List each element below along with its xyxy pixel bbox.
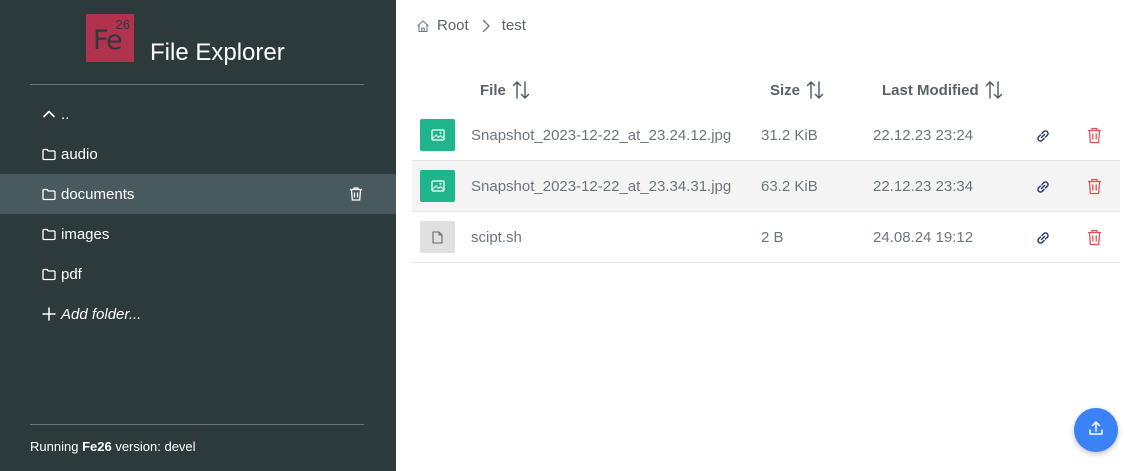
add-folder-button[interactable]: Add folder... — [0, 294, 396, 334]
chevron-right-icon — [481, 19, 491, 33]
folder-icon — [41, 267, 56, 282]
logo: Fe 26 — [86, 14, 134, 62]
sort-icon — [512, 80, 530, 100]
sidebar-item-pdf[interactable]: pdf — [0, 254, 396, 294]
sidebar-item-audio[interactable]: audio — [0, 134, 396, 174]
file-name[interactable]: Snapshot_2023-12-22_at_23.34.31.jpg — [471, 178, 731, 195]
sidebar-item-label: .. — [61, 105, 70, 123]
breadcrumb-current[interactable]: test — [502, 17, 526, 34]
trash-icon[interactable] — [1087, 178, 1102, 195]
sidebar-item-parent[interactable]: .. — [0, 94, 396, 134]
footer-app-name: Fe26 — [82, 439, 112, 454]
column-header-file[interactable]: File — [480, 80, 530, 100]
sidebar-item-label: audio — [61, 145, 98, 163]
column-header-size[interactable]: Size — [770, 80, 824, 100]
trash-icon[interactable] — [1087, 229, 1102, 246]
folder-icon — [41, 147, 56, 162]
footer-prefix: Running — [30, 439, 79, 454]
plus-icon — [41, 307, 56, 322]
sidebar-item-documents[interactable]: documents — [0, 174, 396, 214]
file-name[interactable]: Snapshot_2023-12-22_at_23.24.12.jpg — [471, 127, 731, 144]
trash-icon[interactable] — [348, 186, 364, 202]
column-label: Size — [770, 81, 801, 99]
home-icon[interactable] — [416, 19, 430, 33]
table-row[interactable]: scipt.sh 2 B 24.08.24 19:12 — [412, 212, 1120, 263]
file-name[interactable]: scipt.sh — [471, 229, 522, 246]
sort-icon — [985, 80, 1003, 100]
link-icon[interactable] — [1034, 229, 1052, 247]
sidebar-item-label: images — [61, 225, 110, 243]
column-label: File — [480, 81, 506, 99]
logo-number: 26 — [115, 17, 130, 32]
sidebar-item-label: documents — [61, 185, 135, 203]
upload-button[interactable] — [1074, 408, 1118, 452]
file-size: 31.2 KiB — [761, 127, 818, 144]
breadcrumb: Root test — [416, 17, 526, 34]
brand: Fe 26 File Explorer — [86, 14, 285, 66]
sidebar-divider — [30, 84, 364, 85]
sort-icon — [806, 80, 824, 100]
column-header-modified[interactable]: Last Modified — [882, 80, 1003, 100]
chevron-up-icon — [41, 107, 56, 122]
folder-list: .. audio documents images pdf Add folder… — [0, 94, 396, 334]
footer-suffix: version: devel — [115, 439, 196, 454]
add-folder-label: Add folder... — [61, 305, 142, 323]
file-modified: 24.08.24 19:12 — [873, 229, 974, 246]
table-row[interactable]: Snapshot_2023-12-22_at_23.34.31.jpg 63.2… — [412, 161, 1120, 212]
breadcrumb-root[interactable]: Root — [437, 17, 469, 34]
table-row[interactable]: Snapshot_2023-12-22_at_23.24.12.jpg 31.2… — [412, 110, 1120, 161]
trash-icon[interactable] — [1087, 127, 1102, 144]
link-icon[interactable] — [1034, 127, 1052, 145]
file-table-header: File Size Last Modified — [412, 80, 1120, 102]
sidebar-item-label: pdf — [61, 265, 82, 283]
file-modified: 22.12.23 23:24 — [873, 127, 974, 144]
image-file-icon — [420, 119, 455, 151]
image-file-icon — [420, 170, 455, 202]
column-label: Last Modified — [882, 81, 979, 99]
sidebar: Fe 26 File Explorer .. audio documents i… — [0, 0, 396, 471]
version-footer: Running Fe26 version: devel — [30, 439, 196, 454]
file-size: 2 B — [761, 229, 784, 246]
app-title: File Explorer — [150, 39, 285, 66]
footer-divider — [30, 424, 364, 425]
file-icon — [420, 221, 455, 253]
folder-icon — [41, 187, 56, 202]
file-modified: 22.12.23 23:34 — [873, 178, 974, 195]
file-table: Snapshot_2023-12-22_at_23.24.12.jpg 31.2… — [412, 110, 1120, 263]
folder-icon — [41, 227, 56, 242]
sidebar-item-images[interactable]: images — [0, 214, 396, 254]
link-icon[interactable] — [1034, 178, 1052, 196]
file-size: 63.2 KiB — [761, 178, 818, 195]
upload-icon — [1087, 419, 1105, 442]
